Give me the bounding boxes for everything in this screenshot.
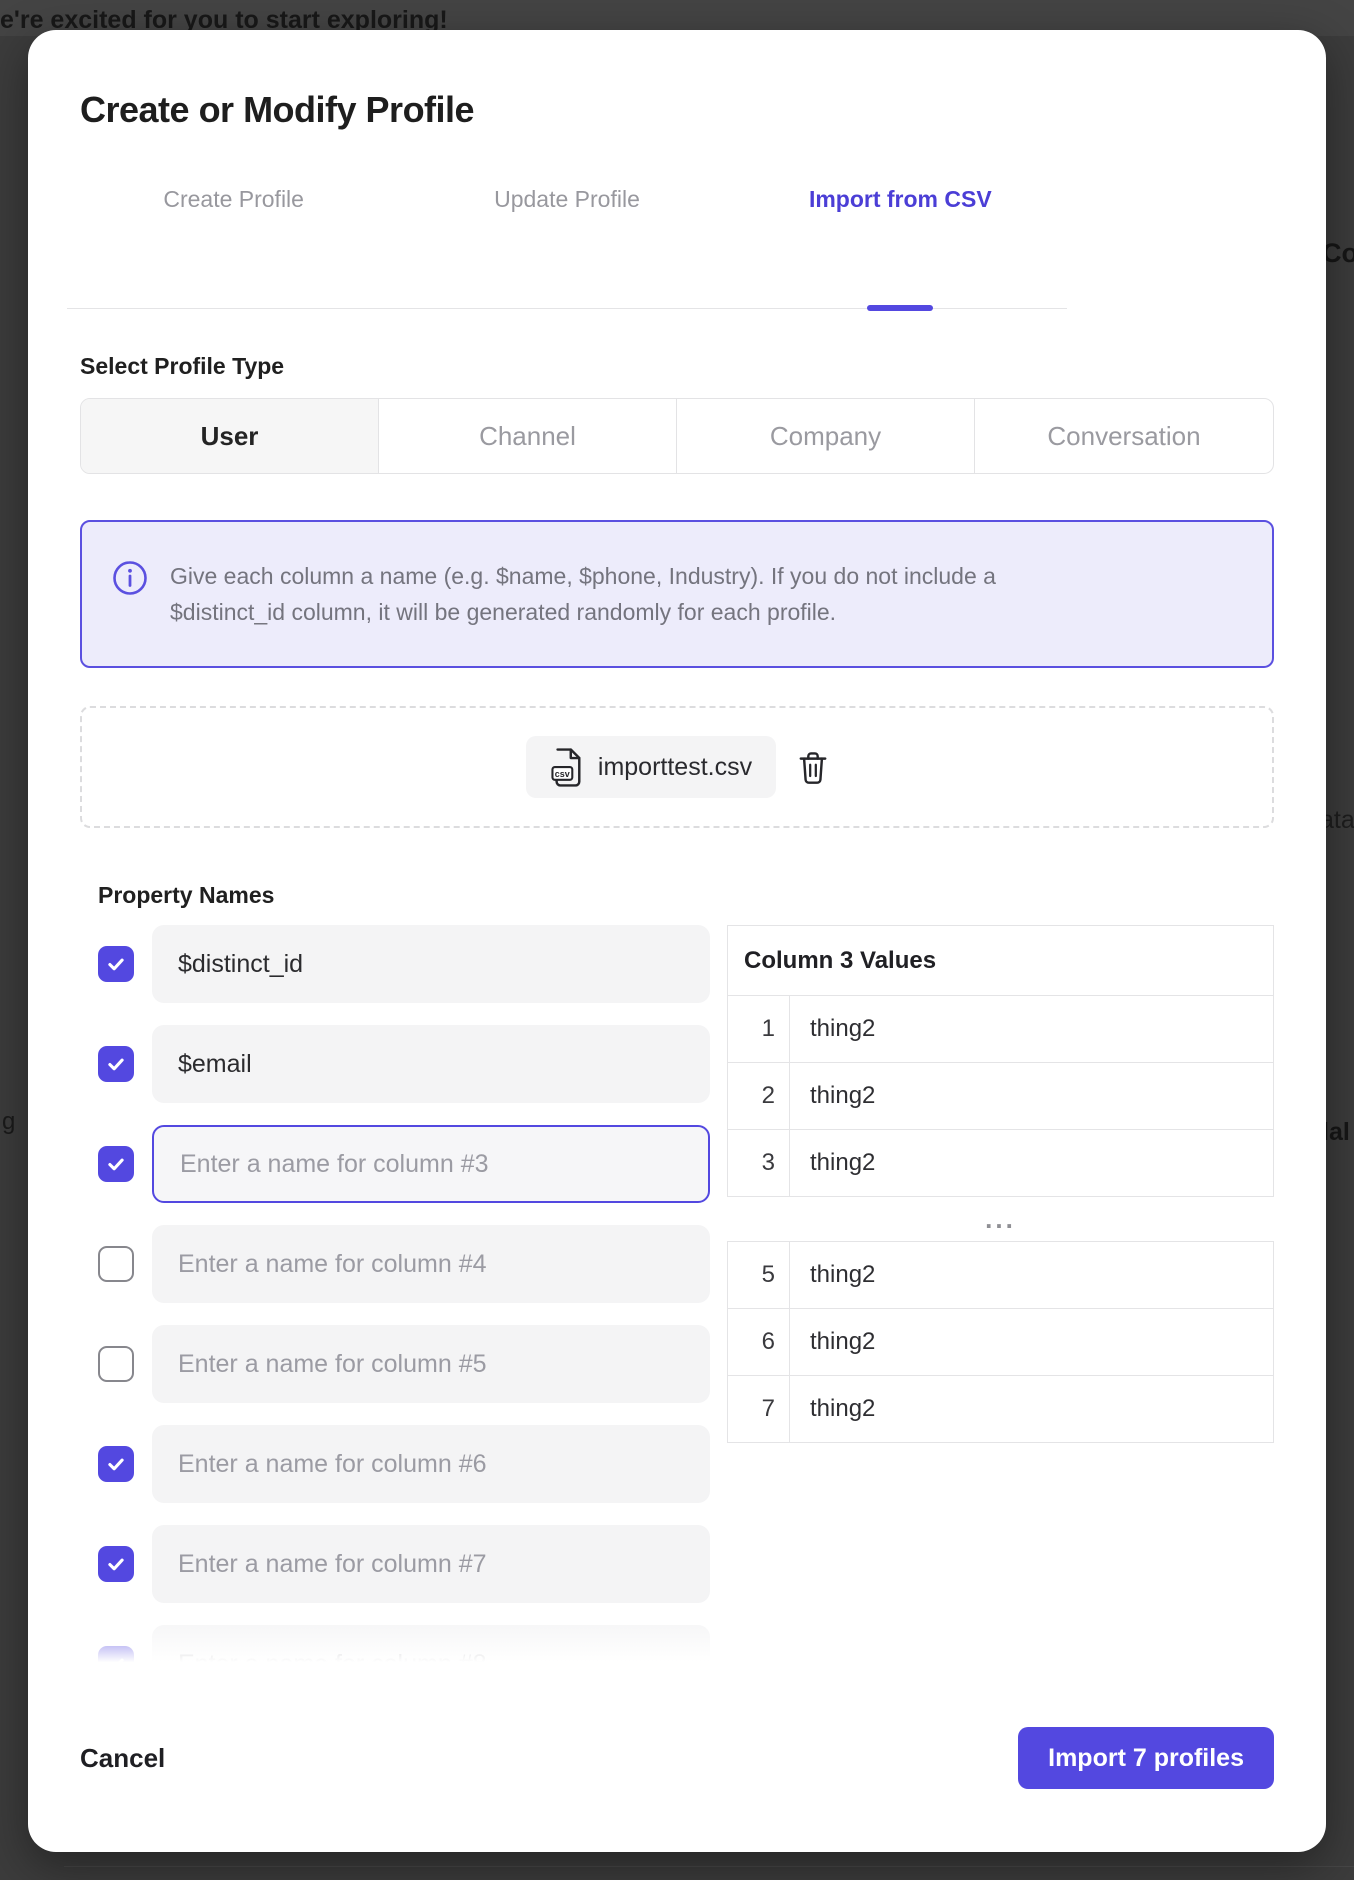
- column-values-table-bottom: 5 thing2 6 thing2 7 thing2: [727, 1241, 1274, 1443]
- row-index: 6: [728, 1309, 790, 1376]
- column-7-name-input[interactable]: [152, 1525, 710, 1603]
- property-row-8: [98, 1625, 710, 1669]
- tab-create-profile[interactable]: Create Profile: [67, 184, 400, 214]
- column-8-checkbox[interactable]: [98, 1646, 134, 1669]
- check-icon: [106, 1654, 126, 1669]
- property-row-4: [98, 1225, 710, 1303]
- svg-text:csv: csv: [555, 768, 570, 778]
- tab-update-profile[interactable]: Update Profile: [400, 184, 733, 214]
- row-value: thing2: [790, 1376, 1274, 1443]
- property-row-3: [98, 1125, 710, 1203]
- uploaded-file-chip: csv importtest.csv: [526, 736, 776, 798]
- column-3-checkbox[interactable]: [98, 1146, 134, 1182]
- info-icon: [112, 560, 148, 596]
- property-names-heading: Property Names: [98, 882, 1274, 909]
- background-text-fragment: g: [2, 1108, 15, 1136]
- file-name: importtest.csv: [598, 753, 752, 782]
- column-2-name-input[interactable]: [152, 1025, 710, 1103]
- column-5-name-input[interactable]: [152, 1325, 710, 1403]
- column-3-name-input[interactable]: [152, 1125, 710, 1203]
- csv-file-icon: csv: [550, 747, 584, 788]
- column-5-checkbox[interactable]: [98, 1346, 134, 1382]
- column-values-preview: Column 3 Values 1 thing2 2 thing2 3 thin…: [727, 925, 1274, 1669]
- active-tab-underline: [867, 305, 933, 311]
- column-8-name-input[interactable]: [152, 1625, 710, 1669]
- column-4-checkbox[interactable]: [98, 1246, 134, 1282]
- tab-label: Import from CSV: [809, 186, 992, 212]
- background-text-fragment: lal: [1322, 1118, 1350, 1147]
- values-table-header: Column 3 Values: [728, 926, 1274, 996]
- column-4-name-input[interactable]: [152, 1225, 710, 1303]
- table-row: 3 thing2: [728, 1130, 1274, 1197]
- check-icon: [106, 954, 126, 974]
- row-index: 5: [728, 1242, 790, 1309]
- mapping-section: Column 3 Values 1 thing2 2 thing2 3 thin…: [80, 925, 1274, 1669]
- profile-type-conversation[interactable]: Conversation: [975, 399, 1273, 473]
- background-text-fragment: Co: [1322, 238, 1354, 269]
- table-row: 6 thing2: [728, 1309, 1274, 1376]
- profile-type-company[interactable]: Company: [677, 399, 975, 473]
- row-value: thing2: [790, 1063, 1274, 1130]
- trash-icon: [798, 750, 828, 785]
- tab-import-from-csv[interactable]: Import from CSV: [734, 184, 1067, 214]
- select-profile-type-label: Select Profile Type: [80, 353, 1274, 380]
- column-6-checkbox[interactable]: [98, 1446, 134, 1482]
- column-values-table-top: Column 3 Values 1 thing2 2 thing2 3 thin…: [727, 925, 1274, 1197]
- dialog-title: Create or Modify Profile: [80, 88, 1274, 132]
- row-value: thing2: [790, 996, 1274, 1063]
- rows-ellipsis: ...: [727, 1197, 1274, 1241]
- property-name-list: [80, 925, 710, 1669]
- property-row-1: [98, 925, 710, 1003]
- dialog-footer: Cancel Import 7 profiles: [80, 1727, 1274, 1789]
- table-row: 7 thing2: [728, 1376, 1274, 1443]
- import-profiles-button[interactable]: Import 7 profiles: [1018, 1727, 1274, 1789]
- delete-file-button[interactable]: [798, 750, 828, 785]
- column-1-name-input[interactable]: [152, 925, 710, 1003]
- profile-type-channel[interactable]: Channel: [379, 399, 677, 473]
- create-or-modify-profile-dialog: Create or Modify Profile Create Profile …: [28, 30, 1326, 1852]
- background-divider: [64, 1866, 1354, 1867]
- column-1-checkbox[interactable]: [98, 946, 134, 982]
- row-index: 2: [728, 1063, 790, 1130]
- row-index: 3: [728, 1130, 790, 1197]
- info-banner: Give each column a name (e.g. $name, $ph…: [80, 520, 1274, 668]
- profile-type-selector: User Channel Company Conversation: [80, 398, 1274, 474]
- info-line: Give each column a name (e.g. $name, $ph…: [170, 558, 996, 594]
- property-row-5: [98, 1325, 710, 1403]
- table-row: 2 thing2: [728, 1063, 1274, 1130]
- check-icon: [106, 1054, 126, 1074]
- column-6-name-input[interactable]: [152, 1425, 710, 1503]
- profile-type-user[interactable]: User: [81, 399, 379, 473]
- row-value: thing2: [790, 1309, 1274, 1376]
- table-row: 1 thing2: [728, 996, 1274, 1063]
- dialog-tabs: Create Profile Update Profile Import fro…: [67, 184, 1067, 309]
- check-icon: [106, 1154, 126, 1174]
- info-banner-text: Give each column a name (e.g. $name, $ph…: [170, 558, 996, 630]
- property-row-6: [98, 1425, 710, 1503]
- row-value: thing2: [790, 1130, 1274, 1197]
- column-7-checkbox[interactable]: [98, 1546, 134, 1582]
- column-2-checkbox[interactable]: [98, 1046, 134, 1082]
- property-row-7: [98, 1525, 710, 1603]
- row-index: 7: [728, 1376, 790, 1443]
- info-line: $distinct_id column, it will be generate…: [170, 594, 996, 630]
- row-index: 1: [728, 996, 790, 1063]
- table-row: 5 thing2: [728, 1242, 1274, 1309]
- file-drop-area[interactable]: csv importtest.csv: [80, 706, 1274, 828]
- property-row-2: [98, 1025, 710, 1103]
- cancel-button[interactable]: Cancel: [80, 1743, 165, 1774]
- row-value: thing2: [790, 1242, 1274, 1309]
- check-icon: [106, 1554, 126, 1574]
- check-icon: [106, 1454, 126, 1474]
